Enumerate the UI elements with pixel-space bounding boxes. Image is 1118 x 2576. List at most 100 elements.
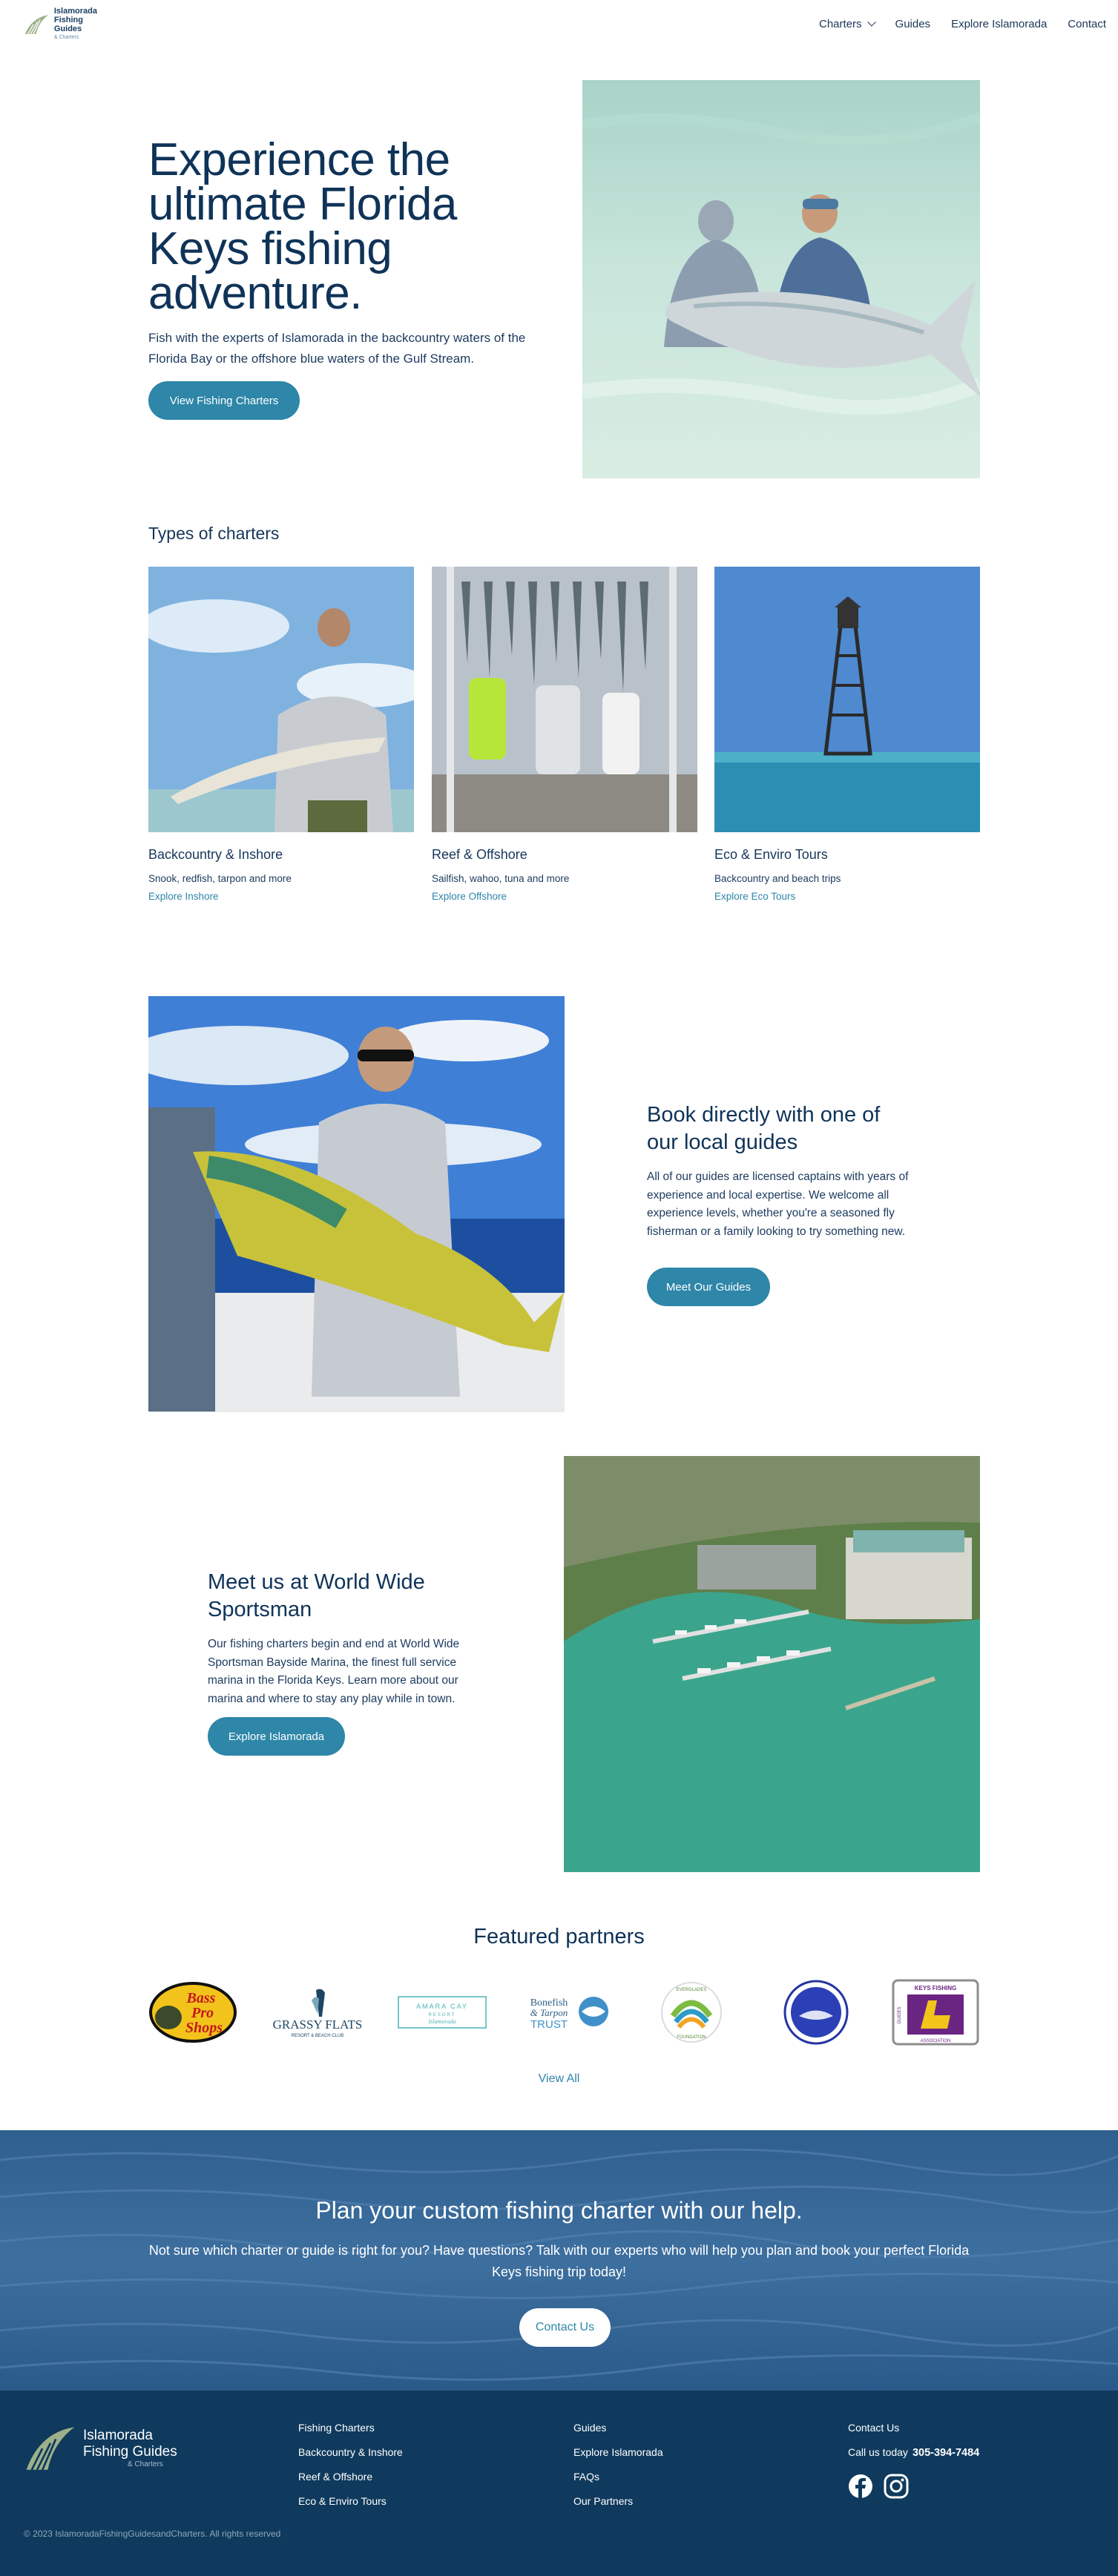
world-wide-sportsman-section: Meet us at World Wide Sportsman Our fish… xyxy=(0,1456,1118,1916)
nav-explore-islamorada[interactable]: Explore Islamorada xyxy=(951,18,1047,30)
cta-title: Plan your custom fishing charter with ou… xyxy=(315,2197,803,2224)
footer-logo-line-3: & Charters xyxy=(128,2460,163,2468)
hero-title: Experience the ultimate Florida Keys fis… xyxy=(148,134,457,319)
plan-charter-cta-section: Plan your custom fishing charter with ou… xyxy=(0,2130,1118,2391)
footer-contact-column: Contact Us Call us today 305-394-7484 xyxy=(848,2422,979,2499)
instagram-icon[interactable] xyxy=(884,2474,909,2499)
partner-logo-blue-seal[interactable] xyxy=(772,1975,861,2049)
grassy-line-2: RESORT & BEACH CLUB xyxy=(292,2034,343,2038)
footer-guides-column: Guides Explore Islamorada FAQs Our Partn… xyxy=(573,2422,663,2520)
partner-logo-bass-pro-shops[interactable]: Bass Pro Shops xyxy=(148,1975,237,2049)
facebook-icon[interactable] xyxy=(848,2474,873,2499)
site-logo[interactable]: Islamorada Fishing Guides & Charters xyxy=(24,7,111,42)
footer-fishing-charters-link[interactable]: Fishing Charters xyxy=(298,2422,403,2434)
bass-line-2: Pro xyxy=(191,2005,214,2021)
view-fishing-charters-button[interactable]: View Fishing Charters xyxy=(148,381,300,420)
copyright-text: © 2023 IslamoradaFishingGuidesandCharter… xyxy=(24,2529,281,2539)
amara-line-1: AMARA CAY xyxy=(416,2003,468,2010)
card-title: Reef & Offshore xyxy=(432,847,527,862)
contact-us-button[interactable]: Contact Us xyxy=(519,2308,611,2347)
charter-card-backcountry[interactable]: Backcountry & Inshore Snook, redfish, ta… xyxy=(148,567,414,902)
marina-photo-art xyxy=(564,1456,980,1872)
footer-explore-islamorada-link[interactable]: Explore Islamorada xyxy=(573,2446,663,2458)
call-us-label: Call us today xyxy=(848,2446,908,2458)
hero-photo-art xyxy=(582,80,980,478)
backcountry-photo-art xyxy=(148,567,414,832)
explore-inshore-link[interactable]: Explore Inshore xyxy=(148,891,414,902)
cta-text: Not sure which charter or guide is right… xyxy=(148,2243,970,2279)
top-nav: Islamorada Fishing Guides & Charters Cha… xyxy=(0,0,1118,50)
footer-eco-tours-link[interactable]: Eco & Enviro Tours xyxy=(298,2495,403,2507)
footer-logo[interactable]: Islamorada Fishing Guides & Charters xyxy=(24,2419,180,2478)
explore-eco-tours-link[interactable]: Explore Eco Tours xyxy=(714,891,980,902)
mahi-photo-art xyxy=(148,996,565,1412)
card-title: Eco & Enviro Tours xyxy=(714,847,828,862)
footer-our-partners-link[interactable]: Our Partners xyxy=(573,2495,663,2507)
partner-logo-bonefish-tarpon-trust[interactable]: Bonefish & Tarpon TRUST xyxy=(522,1975,611,2049)
social-links xyxy=(848,2474,979,2499)
partner-logo-keys-fishing-guides-association[interactable]: KEYS FISHING GUIDES ASSOCIATION xyxy=(891,1975,980,2049)
card-title: Backcountry & Inshore xyxy=(148,847,283,862)
offshore-photo xyxy=(432,567,697,832)
site-footer: Islamorada Fishing Guides & Charters Fis… xyxy=(0,2391,1118,2576)
footer-reef-offshore-link[interactable]: Reef & Offshore xyxy=(298,2471,403,2483)
types-heading: Types of charters xyxy=(148,524,280,543)
partner-logo-amara-cay[interactable]: AMARA CAY RESORT Islamorada xyxy=(398,1975,487,2049)
book-text: All of our guides are licensed captains … xyxy=(647,1170,909,1238)
eco-photo-art xyxy=(714,567,980,832)
footer-contact-us-link[interactable]: Contact Us xyxy=(848,2422,979,2434)
sportsman-title: Meet us at World Wide Sportsman xyxy=(208,1570,425,1621)
bass-pro-logo-art: Bass Pro Shops xyxy=(149,1982,237,2043)
bass-line-3: Shops xyxy=(185,2020,223,2036)
amara-cay-logo-art: AMARA CAY RESORT Islamorada xyxy=(398,1996,487,2029)
sportsman-text: Our fishing charters begin and end at Wo… xyxy=(208,1638,460,1705)
keys-fishing-logo-art: KEYS FISHING GUIDES ASSOCIATION xyxy=(892,1979,979,2046)
grassy-line-1: GRASSY FLATS xyxy=(273,2017,362,2032)
footer-phone-line: Call us today 305-394-7484 xyxy=(848,2446,979,2459)
amara-line-2: RESORT xyxy=(429,2013,456,2017)
footer-guides-link[interactable]: Guides xyxy=(573,2422,663,2434)
footer-charters-column: Fishing Charters Backcountry & Inshore R… xyxy=(298,2422,403,2520)
partners-heading: Featured partners xyxy=(473,1925,645,1949)
logo-line-3: & Charters xyxy=(53,35,79,40)
offshore-photo-art xyxy=(432,567,697,832)
partner-logo-grassy-flats[interactable]: GRASSY FLATS RESORT & BEACH CLUB xyxy=(273,1975,362,2049)
hero-section: Experience the ultimate Florida Keys fis… xyxy=(0,50,1118,495)
featured-partners-section: Featured partners Bass Pro Shops GRASSY … xyxy=(0,1916,1118,2130)
charter-card-offshore[interactable]: Reef & Offshore Sailfish, wahoo, tuna an… xyxy=(432,567,697,902)
everglades-line-2: FOUNDATION xyxy=(677,2035,706,2040)
partner-logo-everglades-foundation[interactable]: EVERGLADES FOUNDATION xyxy=(647,1975,736,2049)
bonefish-line-2: & Tarpon xyxy=(530,2007,568,2018)
charter-card-eco[interactable]: Eco & Enviro Tours Backcountry and beach… xyxy=(714,567,980,902)
eco-photo xyxy=(714,567,980,832)
logo-text: Islamorada Fishing Guides & Charters xyxy=(54,7,111,42)
logo-line-2: Fishing Guides xyxy=(53,16,83,33)
view-all-partners-link[interactable]: View All xyxy=(0,2072,1118,2086)
hero-tarpon-photo xyxy=(582,80,980,478)
everglades-line-1: EVERGLADES xyxy=(677,1988,707,1992)
amara-line-3: Islamorada xyxy=(428,2018,456,2025)
book-guides-section: Book directly with one of our local guid… xyxy=(0,996,1118,1456)
nav-contact[interactable]: Contact xyxy=(1068,18,1106,30)
footer-logo-text: Islamorada Fishing Guides & Charters xyxy=(83,2428,177,2469)
footer-faqs-link[interactable]: FAQs xyxy=(573,2471,663,2483)
partner-logos: Bass Pro Shops GRASSY FLATS RESORT & BEA… xyxy=(148,1975,980,2049)
everglades-logo-art: EVERGLADES FOUNDATION xyxy=(661,1982,722,2043)
mahi-photo xyxy=(148,996,565,1412)
footer-logo-fin-icon xyxy=(26,2427,75,2471)
backcountry-photo xyxy=(148,567,414,832)
meet-our-guides-button[interactable]: Meet Our Guides xyxy=(647,1268,770,1306)
footer-logo-line-1: Islamorada xyxy=(83,2428,153,2443)
nav-guides[interactable]: Guides xyxy=(895,18,931,30)
footer-backcountry-link[interactable]: Backcountry & Inshore xyxy=(298,2446,403,2458)
grassy-flats-logo-art: GRASSY FLATS RESORT & BEACH CLUB xyxy=(273,1989,362,2038)
types-of-charters-section: Types of charters Backcountry & Inshore … xyxy=(0,495,1118,996)
marina-aerial-photo xyxy=(564,1456,980,1872)
chevron-down-icon xyxy=(867,18,876,27)
hero-text: Fish with the experts of Islamorada in t… xyxy=(148,331,526,366)
explore-offshore-link[interactable]: Explore Offshore xyxy=(432,891,697,902)
explore-islamorada-button[interactable]: Explore Islamorada xyxy=(208,1717,345,1756)
card-desc: Sailfish, wahoo, tuna and more xyxy=(432,873,570,884)
phone-number[interactable]: 305-394-7484 xyxy=(913,2447,979,2459)
nav-charters[interactable]: Charters xyxy=(819,18,876,30)
